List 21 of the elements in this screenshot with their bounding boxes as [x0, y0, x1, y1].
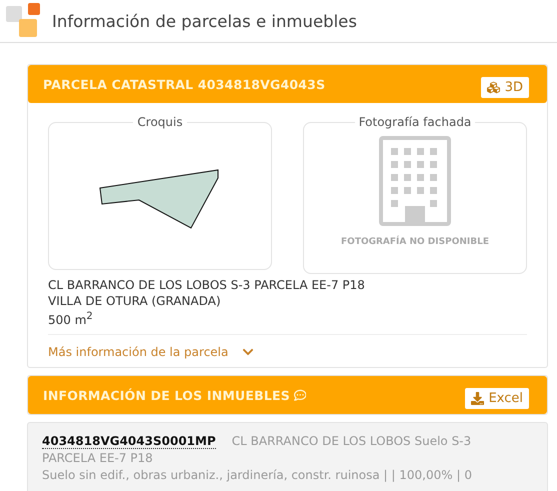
parcel-area: 500 m$^{2}$ [48, 309, 527, 328]
chevron-icon [242, 346, 254, 358]
excel-button[interactable]: Excel [464, 388, 529, 408]
cubes-icon [486, 80, 500, 94]
more-info-link[interactable]: Más información de la parcela [48, 334, 527, 359]
page-title: Información de parcelas e inmuebles [52, 12, 357, 30]
property-reference-link[interactable]: 4034818VG4043S0001MP [42, 434, 216, 449]
properties-title: INFORMACIÓN DE LOS INMUEBLES [43, 388, 306, 402]
photo-label: Fotografía fachada [354, 114, 476, 130]
comment-icon [294, 388, 306, 402]
logo-icon [4, 3, 40, 39]
parcel-title: PARCELA CATASTRAL 4034818VG4043S [43, 76, 326, 92]
download-icon [470, 392, 484, 404]
address-line: CL BARRANCO DE LOS LOBOS S-3 PARCELA EE-7 P18 [48, 277, 366, 293]
property-details: Suelo sin edif., obras urbaniz., jardinería, constr. ruinosa | | 100,00% | 0 [42, 467, 473, 484]
building-icon [379, 136, 451, 226]
3d-button[interactable]: 3D [480, 76, 529, 98]
address-line: VILLA DE OTURA (GRANADA) [48, 293, 222, 309]
property-address: 4034818VG4043S0001MP CL BARRANCO DE LOS LOBOS Suelo S-3 PARCELA EE-7 P18 [42, 433, 472, 467]
sketch-label: Croquis [133, 114, 187, 130]
photo-unavailable-note: FOTOGRAFÍA NO DISPONIBLE [341, 234, 489, 249]
